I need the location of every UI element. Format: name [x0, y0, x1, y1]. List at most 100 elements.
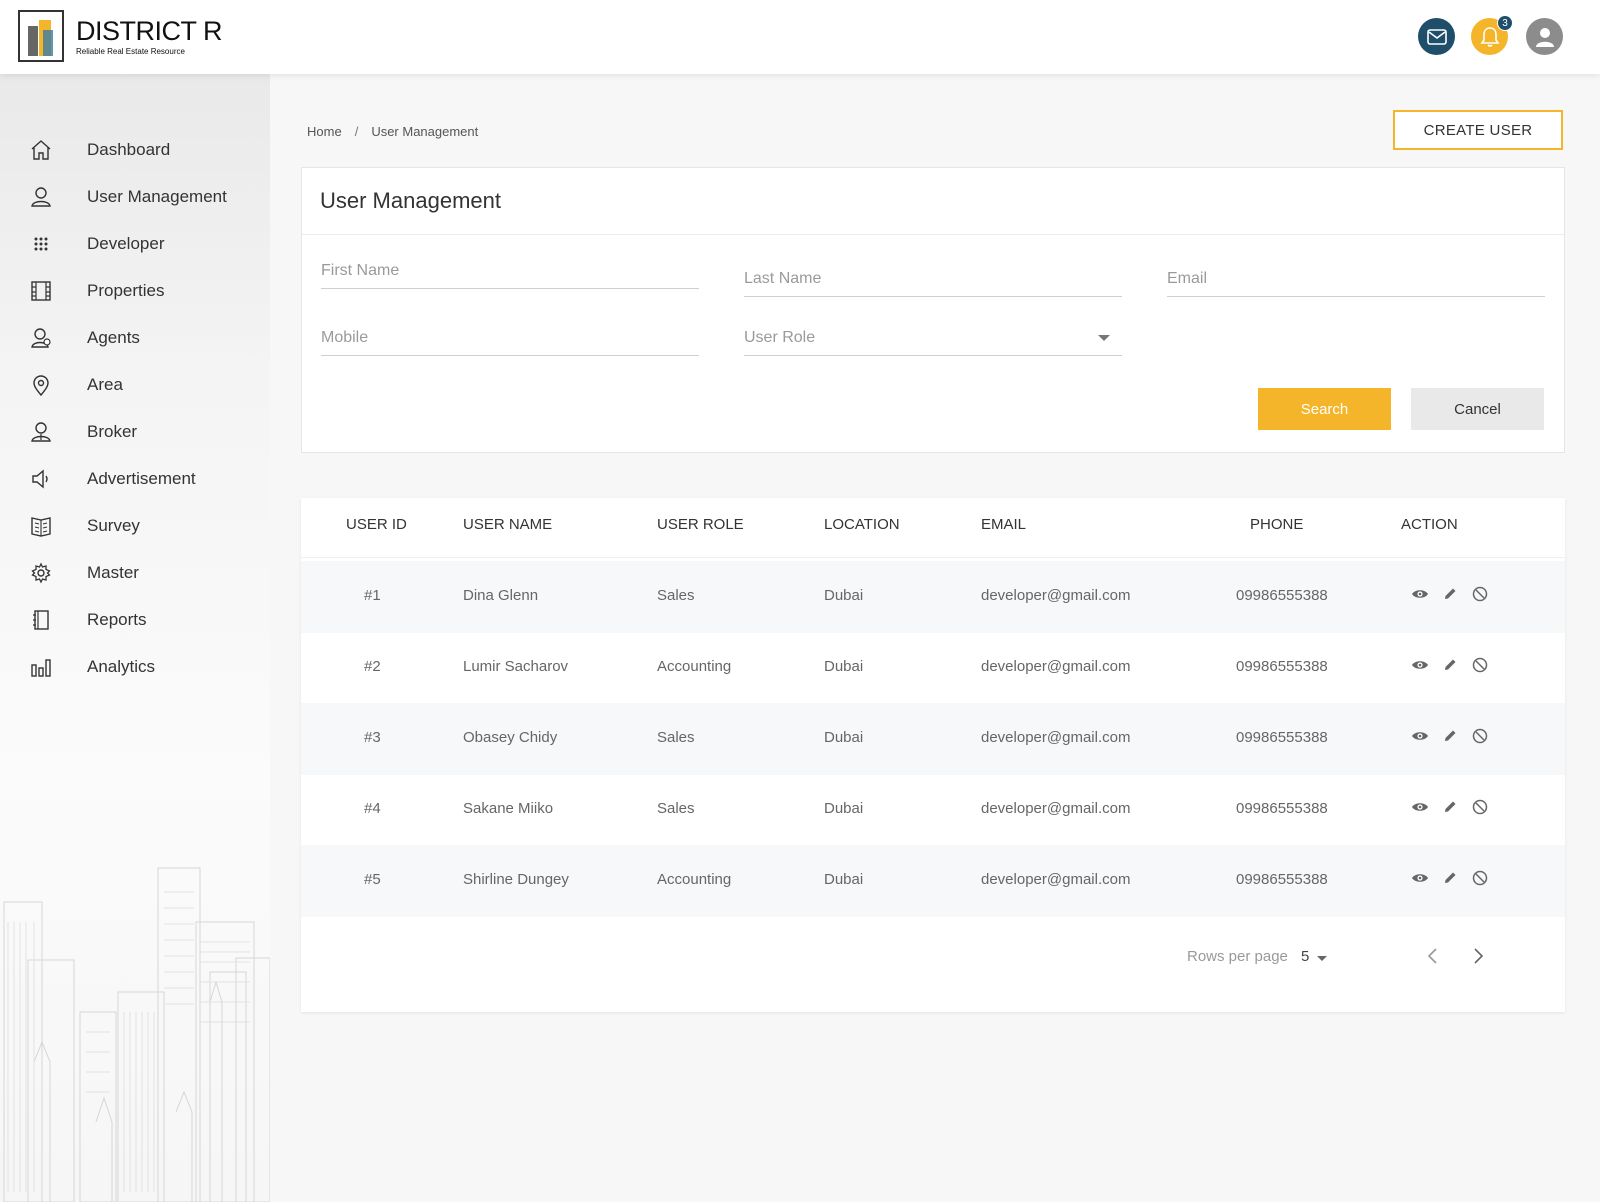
sidebar-item-properties[interactable]: Properties [0, 267, 270, 314]
row-actions [1411, 869, 1489, 887]
row-actions [1411, 798, 1489, 816]
table-row: #1 Dina Glenn Sales Dubai developer@gmail.co… [301, 561, 1565, 633]
user-role-select[interactable]: User Role [744, 329, 1122, 356]
column-header-location: LOCATION [824, 516, 900, 533]
mail-icon[interactable] [1418, 18, 1455, 55]
view-icon[interactable] [1411, 798, 1429, 816]
sidebar-item-advertisement[interactable]: Advertisement [0, 455, 270, 502]
sidebar-item-master[interactable]: Master [0, 549, 270, 596]
filter-panel: User Management User Role Search Cancel [301, 167, 1565, 453]
user-role-placeholder: User Role [744, 329, 816, 346]
mobile-input[interactable] [321, 329, 699, 347]
sidebar-item-user-management[interactable]: User Management [0, 173, 270, 220]
row-actions [1411, 727, 1489, 745]
row-actions [1411, 656, 1489, 674]
last-name-input[interactable] [744, 270, 1122, 288]
location-pin-icon [29, 373, 53, 397]
edit-icon[interactable] [1441, 727, 1459, 745]
view-icon[interactable] [1411, 727, 1429, 745]
cancel-button[interactable]: Cancel [1411, 388, 1544, 430]
user-role-cell: Sales [657, 587, 695, 604]
home-icon [29, 138, 53, 162]
breadcrumb-separator: / [354, 124, 359, 139]
edit-icon[interactable] [1441, 798, 1459, 816]
sidebar-item-dashboard[interactable]: Dashboard [0, 126, 270, 173]
sidebar: Dashboard User Management Developer Prop… [0, 74, 270, 1202]
block-icon[interactable] [1471, 656, 1489, 674]
chevron-right-icon [1474, 948, 1484, 964]
location-cell: Dubai [824, 729, 864, 746]
view-icon[interactable] [1411, 869, 1429, 887]
grid-icon [29, 232, 53, 256]
sidebar-item-reports[interactable]: Reports [0, 596, 270, 643]
sidebar-item-label: User Management [87, 186, 227, 206]
chevron-down-icon [1098, 335, 1110, 341]
table-row: #5 Shirline Dungey Accounting Dubai develope… [301, 845, 1565, 917]
logo-mark-icon [18, 10, 64, 62]
user-role-cell: Accounting [657, 658, 732, 675]
email-cell: developer@gmail.com [981, 729, 1131, 746]
first-name-input[interactable] [321, 262, 699, 280]
column-header-email: EMAIL [981, 516, 1027, 533]
user-id-cell: #2 [364, 658, 381, 675]
edit-icon[interactable] [1441, 869, 1459, 887]
location-cell: Dubai [824, 658, 864, 675]
block-icon[interactable] [1471, 798, 1489, 816]
sidebar-item-label: Master [87, 562, 139, 582]
search-button[interactable]: Search [1258, 388, 1391, 430]
user-name-cell: Sakane Miiko [463, 800, 554, 817]
user-role-cell: Sales [657, 729, 695, 746]
user-avatar-icon[interactable] [1526, 18, 1563, 55]
view-icon[interactable] [1411, 656, 1429, 674]
sidebar-item-broker[interactable]: Broker [0, 408, 270, 455]
sidebar-item-survey[interactable]: Survey [0, 502, 270, 549]
edit-icon[interactable] [1441, 656, 1459, 674]
top-bar: DISTRICT R Reliable Real Estate Resource… [0, 0, 1600, 74]
sidebar-item-label: Area [87, 374, 123, 394]
sidebar-item-label: Advertisement [87, 468, 196, 488]
user-name-cell: Obasey Chidy [463, 729, 558, 746]
sidebar-item-label: Reports [87, 609, 147, 629]
sidebar-item-agents[interactable]: Agents [0, 314, 270, 361]
column-header-user-id: USER ID [346, 516, 407, 533]
phone-cell: 09986555388 [1236, 587, 1328, 604]
phone-cell: 09986555388 [1236, 729, 1328, 746]
previous-page-button[interactable] [1420, 944, 1444, 968]
block-icon[interactable] [1471, 869, 1489, 887]
phone-cell: 09986555388 [1236, 658, 1328, 675]
table-row: #2 Lumir Sacharov Accounting Dubai developer… [301, 632, 1565, 704]
sidebar-item-label: Properties [87, 280, 165, 300]
bar-chart-icon [29, 655, 53, 679]
sidebar-item-label: Analytics [87, 656, 156, 676]
rows-per-page-select[interactable]: 5 [1301, 948, 1328, 965]
email-input[interactable] [1167, 270, 1545, 288]
table-row: #4 Sakane Miiko Sales Dubai developer@gmail.… [301, 774, 1565, 846]
brand-name: DISTRICT R [76, 15, 223, 46]
next-page-button[interactable] [1467, 944, 1491, 968]
column-header-user-role: USER ROLE [657, 516, 744, 533]
email-cell: developer@gmail.com [981, 587, 1131, 604]
sidebar-item-developer[interactable]: Developer [0, 220, 270, 267]
rows-per-page-value: 5 [1301, 948, 1310, 965]
column-header-user-name: USER NAME [463, 516, 553, 533]
block-icon[interactable] [1471, 585, 1489, 603]
bell-icon[interactable]: 3 [1471, 15, 1513, 55]
view-icon[interactable] [1411, 585, 1429, 603]
user-name-cell: Lumir Sacharov [463, 658, 569, 675]
user-icon [29, 185, 53, 209]
breadcrumb-home-link[interactable]: Home [307, 124, 342, 139]
column-header-phone: PHONE [1250, 516, 1304, 533]
edit-icon[interactable] [1441, 585, 1459, 603]
chevron-down-icon [1317, 955, 1328, 961]
sidebar-item-area[interactable]: Area [0, 361, 270, 408]
broker-icon [29, 420, 53, 444]
brand-tagline: Reliable Real Estate Resource [76, 46, 185, 56]
block-icon[interactable] [1471, 727, 1489, 745]
logo[interactable]: DISTRICT R Reliable Real Estate Resource [18, 10, 223, 62]
sidebar-item-analytics[interactable]: Analytics [0, 643, 270, 690]
building-icon [29, 279, 53, 303]
table-header: USER ID USER NAME USER ROLE LOCATION EMA… [301, 498, 1565, 558]
create-user-button[interactable]: CREATE USER [1393, 110, 1563, 150]
sidebar-item-label: Developer [87, 233, 165, 253]
email-cell: developer@gmail.com [981, 871, 1131, 888]
